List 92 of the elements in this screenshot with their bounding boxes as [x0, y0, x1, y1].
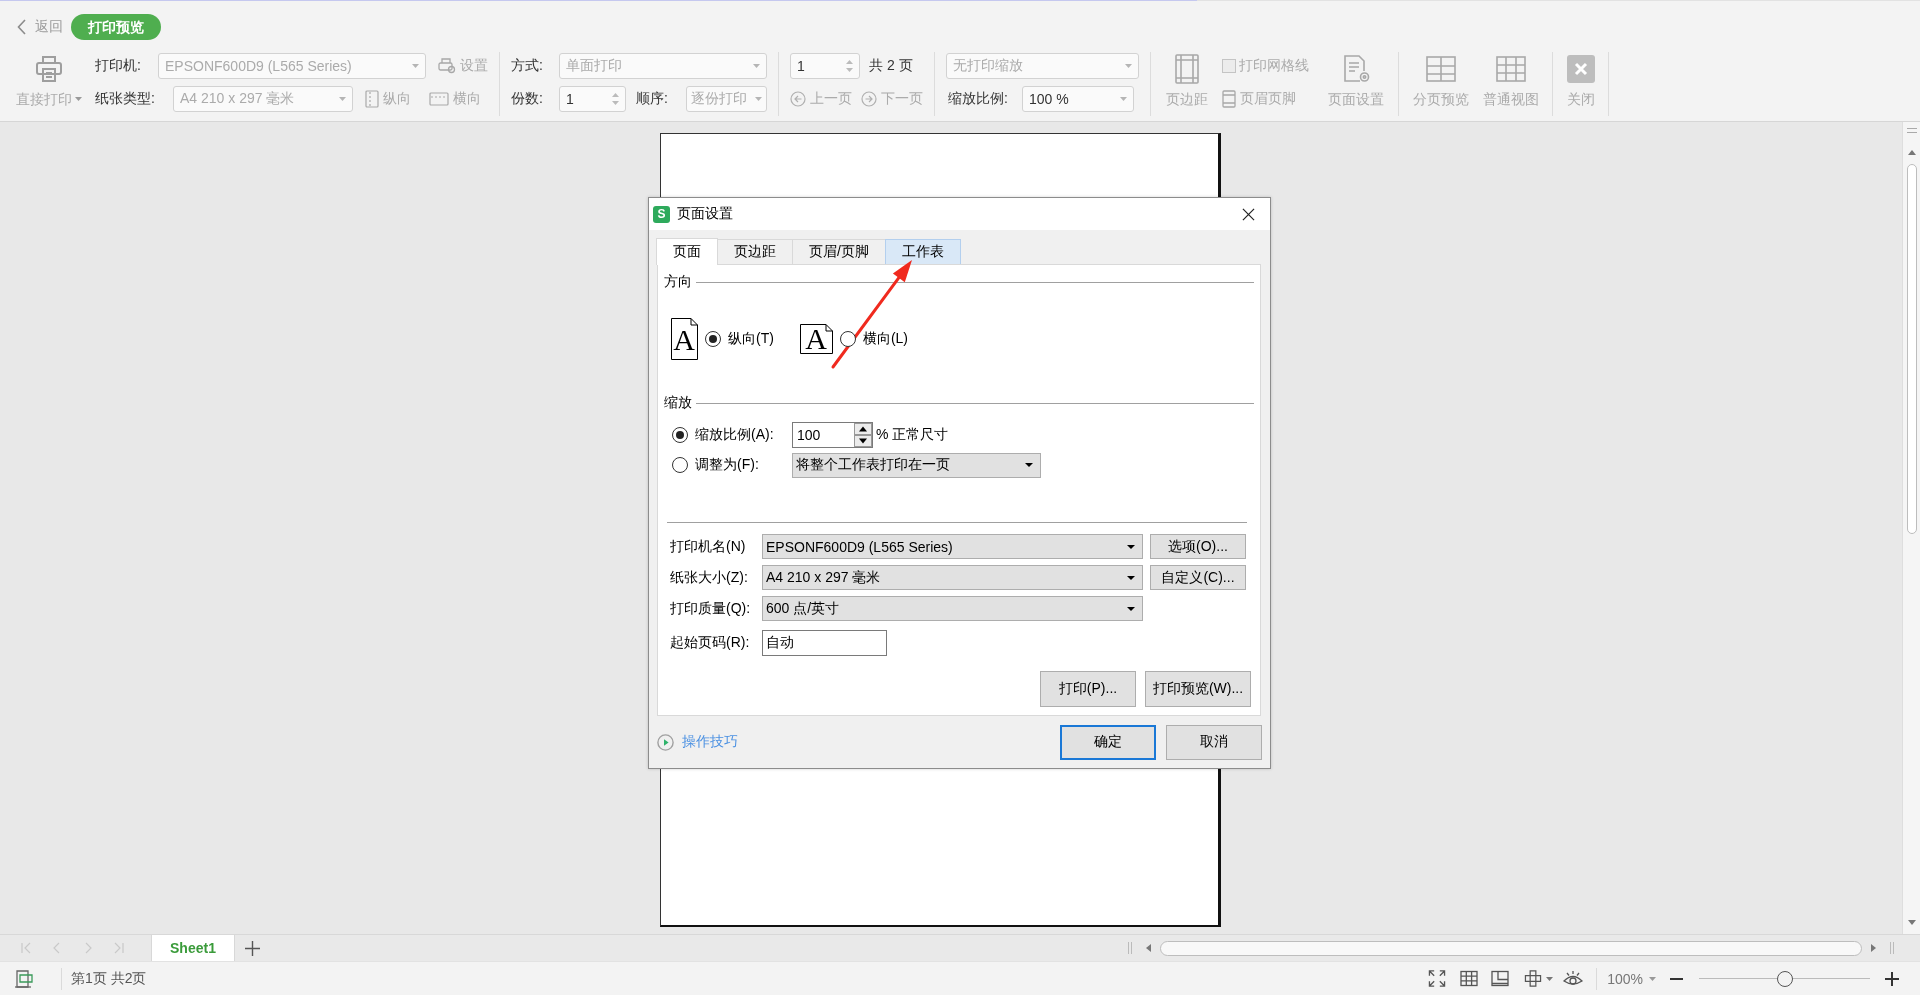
chevron-left-icon [17, 18, 26, 35]
fullscreen-icon[interactable] [1428, 970, 1447, 987]
split-grip-icon[interactable] [1890, 942, 1894, 954]
dropdown-field[interactable]: 600 点/英寸 [762, 596, 1143, 621]
page-header-footer-icon [1222, 90, 1236, 108]
split-grip-icon[interactable] [1128, 942, 1132, 954]
caret-down-icon [1127, 575, 1135, 580]
scroll-up-icon[interactable] [1907, 150, 1916, 155]
dialog-button[interactable]: 选项(O)... [1150, 534, 1246, 559]
radio-label[interactable]: 调整为(F): [695, 456, 792, 474]
dialog-button[interactable]: 自定义(C)... [1150, 565, 1246, 590]
spin-down-icon[interactable] [854, 435, 872, 447]
close-icon [1565, 54, 1596, 84]
document-icon[interactable] [14, 968, 34, 989]
section-title: 缩放 [664, 394, 692, 412]
scale-unit-text: % 正常尺寸 [876, 426, 949, 444]
caret-down-icon[interactable] [1546, 976, 1554, 981]
zoom-slider-thumb[interactable] [1776, 970, 1793, 987]
scroll-down-icon[interactable] [1907, 920, 1916, 925]
input-field[interactable]: 自动 [762, 629, 887, 656]
printer-label: 打印机: [95, 57, 142, 75]
field-label: 打印机名(N) [670, 537, 747, 556]
caret-down-icon [412, 64, 419, 68]
radio-button[interactable] [839, 330, 856, 347]
app-logo: S [653, 205, 670, 223]
dialog-button[interactable]: 确定 [1060, 724, 1156, 760]
scrollbar-thumb[interactable] [1160, 940, 1862, 956]
spin-up-icon[interactable] [854, 423, 872, 435]
print-mode-label: 方式: [511, 57, 544, 75]
zoom-level-text[interactable]: 100% [1607, 970, 1643, 987]
page-layout-icon[interactable] [1491, 970, 1510, 987]
portrait-page-icon [365, 90, 379, 108]
caret-down-icon [1125, 64, 1132, 68]
add-sheet-icon[interactable] [245, 940, 260, 956]
dropdown-field[interactable]: A4 210 x 297 毫米 [762, 565, 1143, 590]
fit-to-dropdown[interactable]: 将整个工作表打印在一页 [792, 452, 1041, 478]
field-label: 起始页码(R): [670, 633, 751, 652]
grid-icon[interactable] [1460, 970, 1479, 987]
document-gear-icon [1341, 54, 1371, 84]
radio-label[interactable]: 缩放比例(A): [695, 426, 792, 444]
scale-percent-field[interactable]: 100 [792, 422, 873, 448]
radio-button[interactable] [672, 457, 688, 473]
dropdown-field[interactable]: EPSONF600D9 (L565 Series) [762, 534, 1143, 559]
grid-icon [1495, 54, 1526, 84]
field-label: 纸张大小(Z): [670, 568, 749, 587]
radio-button[interactable] [705, 330, 721, 347]
page-info-text: 第1页 共2页 [71, 969, 147, 988]
caret-down-icon [1120, 97, 1127, 101]
dialog-tab[interactable]: 页面 [656, 238, 718, 265]
paper-type-label: 纸张类型: [95, 90, 156, 108]
printer-icon [34, 54, 64, 84]
scroll-right-icon[interactable] [1871, 944, 1876, 952]
copies-label: 份数: [511, 90, 544, 108]
zoom-out-icon[interactable] [1670, 977, 1683, 980]
arrow-right-circle-icon [861, 91, 877, 107]
order-label: 顺序: [636, 90, 669, 108]
printer-gear-icon [438, 58, 456, 74]
mode-badge: 打印预览 [71, 13, 161, 40]
eye-icon[interactable] [1563, 970, 1584, 987]
page-total-text: 共 2 页 [869, 57, 913, 75]
caret-down-icon [339, 97, 346, 101]
caret-down-icon [753, 64, 760, 68]
dialog-button[interactable]: 取消 [1166, 724, 1262, 760]
zoom-select[interactable]: 100 % [1022, 86, 1134, 112]
section-title: 方向 [664, 273, 692, 291]
caret-down-icon [755, 97, 762, 101]
close-icon [1241, 207, 1255, 221]
radio-label[interactable]: 横向(L) [862, 329, 908, 348]
dialog-title: 页面设置 [677, 205, 733, 223]
landscape-page-icon [429, 92, 449, 106]
scroll-left-icon[interactable] [1146, 944, 1151, 952]
split-grip-icon[interactable] [1906, 128, 1917, 133]
zoom-in-icon[interactable] [1885, 971, 1899, 986]
scrollbar-thumb[interactable] [1906, 164, 1917, 534]
play-circle-icon[interactable] [657, 733, 674, 751]
dialog-button[interactable]: 打印预览(W)... [1145, 671, 1251, 707]
split-grid-icon [1425, 54, 1456, 84]
caret-down-icon [75, 97, 82, 101]
caret-down-icon [1127, 544, 1135, 549]
sheet-tab[interactable]: Sheet1 [151, 935, 235, 961]
caret-down-icon [1127, 606, 1135, 611]
radio-button[interactable] [672, 427, 688, 443]
cross-grid-icon[interactable] [1524, 970, 1543, 987]
zoom-label: 缩放比例: [948, 90, 1009, 108]
zoom-slider[interactable] [1699, 970, 1870, 987]
radio-label[interactable]: 纵向(T) [728, 329, 774, 348]
dialog-tab[interactable]: 工作表 [884, 239, 961, 264]
caret-down-icon [1025, 463, 1033, 467]
dialog-button[interactable]: 打印(P)... [1040, 671, 1136, 707]
arrow-left-circle-icon [790, 91, 806, 107]
caret-down-icon[interactable] [1649, 976, 1656, 981]
field-label: 打印质量(Q): [670, 599, 752, 618]
